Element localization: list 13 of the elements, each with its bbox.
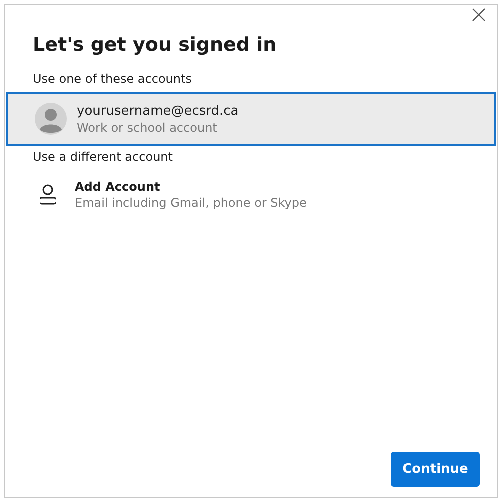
account-type: Work or school account [77,120,218,134]
continue-button[interactable]: Continue [391,452,480,487]
add-account-item[interactable]: Add Account Email including Gmail, phone or Skype [6,168,496,222]
add-account-hint: Email including Gmail, phone or Skype [75,196,307,210]
add-account-title: Add Account [75,180,162,194]
dialog-title: Let's get you signed in [33,34,278,56]
account-item[interactable]: yourusername@ecsrd.ca Work or school account [6,92,496,146]
avatar-icon [35,103,67,135]
section-heading: Use a different account [33,150,174,164]
close-icon[interactable] [472,8,486,22]
section-heading: Use one of these accounts [33,72,193,86]
person-icon [40,184,56,206]
account-email: yourusername@ecsrd.ca [77,104,239,118]
